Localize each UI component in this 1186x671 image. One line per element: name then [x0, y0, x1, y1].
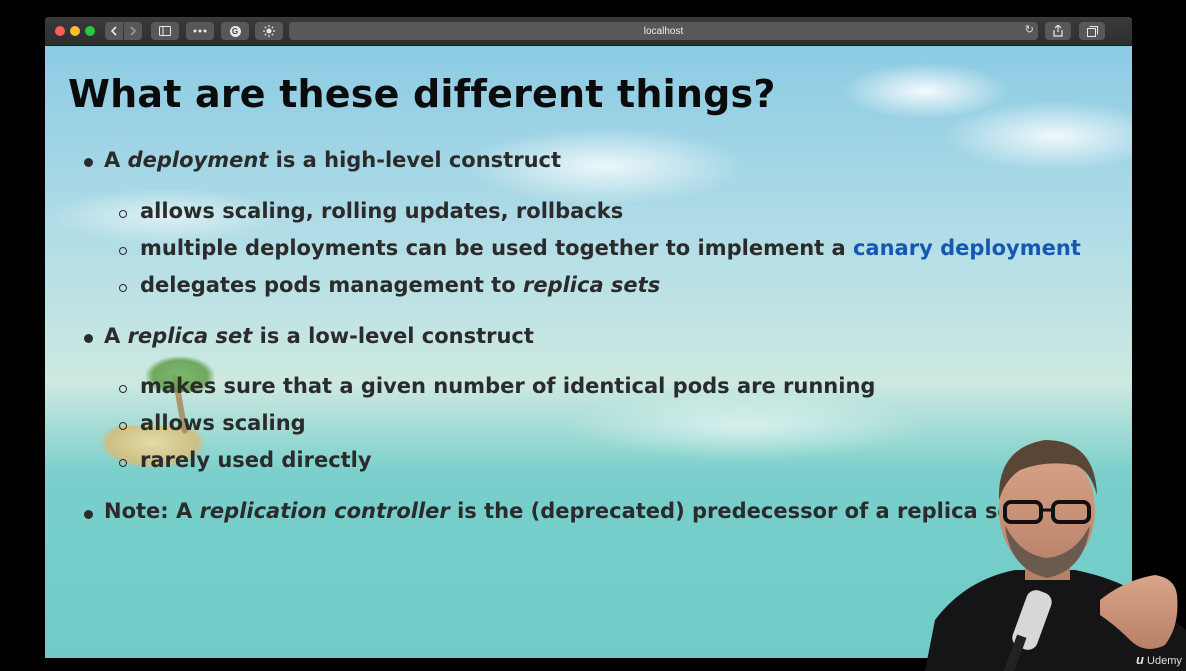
sub-bullet-delegates: delegates pods management to replica set… [140, 273, 660, 297]
udemy-logo-icon: u [1136, 652, 1144, 667]
sub-bullet-circle [119, 210, 127, 218]
chevron-right-icon [130, 26, 137, 36]
g-extension-button[interactable]: G [221, 22, 249, 40]
sub-bullet-text: makes sure that a given number of identi… [140, 374, 876, 398]
bullet-replica-set: A replica set is a low-level construct [104, 324, 534, 348]
bullet-text: is a high-level construct [268, 148, 562, 172]
sub-bullet-text: allows scaling [140, 411, 306, 435]
share-icon [1053, 25, 1063, 37]
bullet-text: Note: A [104, 499, 200, 523]
sidebar-toggle-button[interactable] [151, 22, 179, 40]
sub-bullet-multiple-deployments: multiple deployments can be used togethe… [140, 236, 1081, 260]
sub-bullet-circle [119, 385, 127, 393]
minimize-window-button[interactable] [70, 26, 80, 36]
tabs-icon [1086, 25, 1098, 37]
sub-bullet-identical-pods: makes sure that a given number of identi… [140, 374, 875, 398]
sub-bullet-allows-scaling: allows scaling [140, 411, 306, 435]
udemy-watermark: u Udemy [1136, 652, 1182, 667]
bullet-text: A [104, 148, 128, 172]
browser-toolbar: G localhost ↻ + [45, 17, 1132, 46]
presenter-webcam [925, 430, 1186, 671]
presenter-illustration [925, 440, 1186, 671]
sub-bullet-circle [119, 422, 127, 430]
bullet-text: A [104, 324, 128, 348]
sun-icon [263, 25, 275, 37]
udemy-watermark-text: Udemy [1147, 655, 1182, 667]
address-bar[interactable]: localhost ↻ [289, 22, 1038, 40]
sub-bullet-text: multiple deployments can be used togethe… [140, 236, 853, 260]
forward-button[interactable] [124, 22, 142, 40]
bullet-dot [84, 158, 93, 167]
zoom-window-button[interactable] [85, 26, 95, 36]
bullet-text: is a low-level construct [252, 324, 534, 348]
chevron-left-icon [110, 26, 117, 36]
g-extension-icon: G [229, 25, 241, 37]
bullet-emphasis: deployment [127, 148, 269, 172]
sub-bullet-emphasis: replica sets [522, 273, 661, 297]
sub-bullet-text: delegates pods management to [140, 273, 523, 297]
sub-bullet-circle [119, 459, 127, 467]
bullet-dot [84, 510, 93, 519]
slide-title: What are these different things? [68, 72, 776, 116]
back-button[interactable] [105, 22, 123, 40]
canary-deployment-link[interactable]: canary deployment [853, 236, 1081, 260]
sub-bullet-scaling: allows scaling, rolling updates, rollbac… [140, 199, 623, 223]
sub-bullet-text: rarely used directly [140, 448, 372, 472]
bullet-emphasis: replica set [127, 324, 253, 348]
url-text: localhost [643, 25, 684, 37]
reload-icon[interactable]: ↻ [1025, 23, 1034, 36]
sub-bullet-text: allows scaling, rolling updates, rollbac… [140, 199, 624, 223]
bullet-dot [84, 334, 93, 343]
show-tabs-button[interactable] [1079, 22, 1105, 40]
sub-bullet-rarely-used: rarely used directly [140, 448, 372, 472]
share-button[interactable] [1045, 22, 1071, 40]
sub-bullet-circle [119, 247, 127, 255]
more-dots-icon [193, 29, 207, 33]
close-window-button[interactable] [55, 26, 65, 36]
brightness-extension-button[interactable] [255, 22, 283, 40]
bullet-deployment: A deployment is a high-level construct [104, 148, 561, 172]
bullet-emphasis: replication controller [199, 499, 450, 523]
extensions-button[interactable] [186, 22, 214, 40]
sidebar-icon [159, 26, 171, 36]
bullet-replication-controller: Note: A replication controller is the (d… [104, 499, 1022, 523]
sub-bullet-circle [119, 284, 127, 292]
